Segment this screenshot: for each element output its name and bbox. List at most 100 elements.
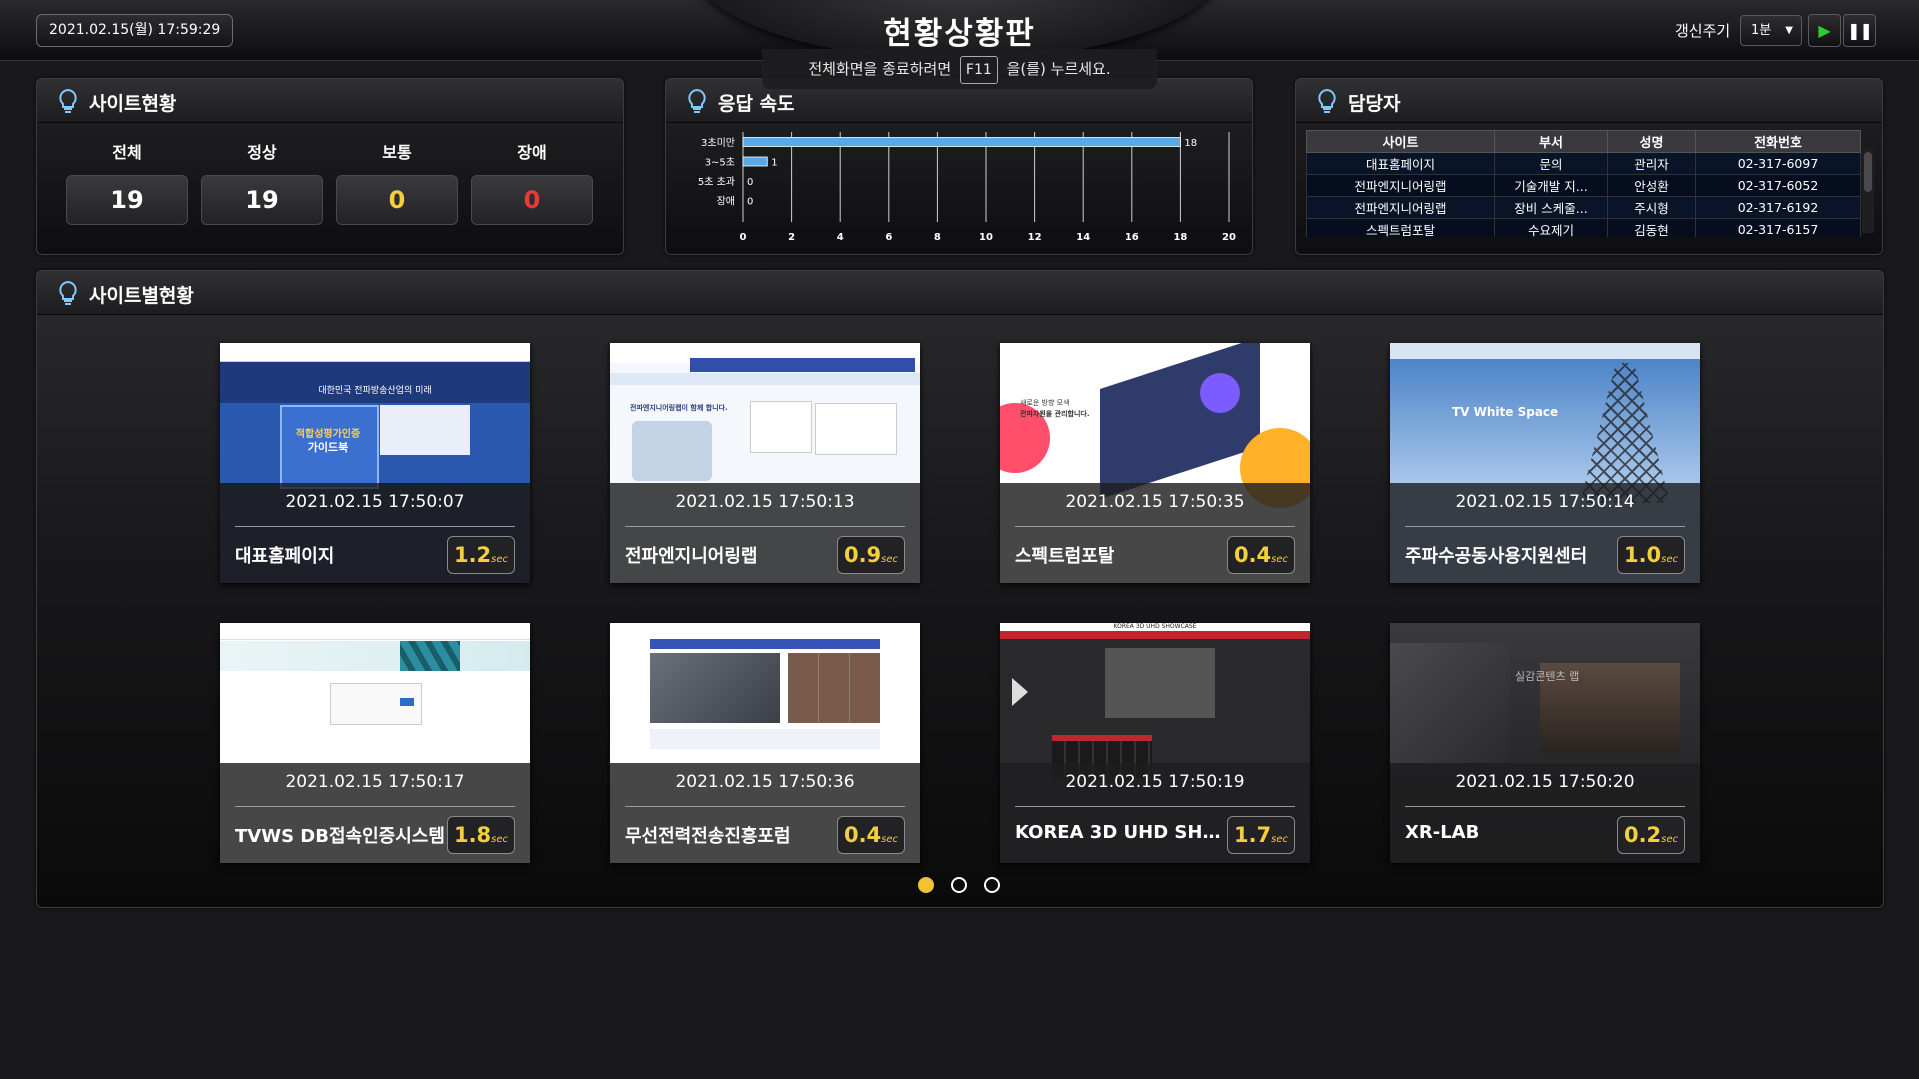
response-time-unit: sec (491, 834, 509, 845)
cell-dept: 기술개발 지... (1494, 174, 1608, 197)
cell-name: 관리자 (1607, 152, 1696, 175)
cell-site: 전파엔지니어링랩 (1306, 174, 1495, 197)
site-card[interactable]: KOREA 3D UHD SHOWCASE 2021.02.15 17:50:1… (1000, 623, 1310, 863)
cell-dept: 수요제기 (1494, 218, 1608, 237)
divider (235, 526, 515, 527)
response-time-badge: 0.4sec (1227, 536, 1295, 574)
status-label: 보통 (382, 143, 412, 162)
play-button[interactable]: ▶ (1808, 14, 1841, 47)
category-label: 5초 초과 (698, 176, 735, 188)
lightbulb-icon (1318, 88, 1336, 113)
site-card[interactable]: TV White Space 2021.02.15 17:50:14 주파수공동… (1390, 343, 1700, 583)
thumbnail-text: 새로운 방향 모색 (1020, 399, 1070, 407)
lightbulb-icon (59, 88, 77, 113)
response-time-unit: sec (1271, 834, 1289, 845)
panel-header: 사이트현황 (37, 79, 623, 123)
thumbnail-text: 가이드북 (307, 441, 349, 454)
table-scrollbar[interactable] (1862, 148, 1874, 233)
response-time-value: 1.0 (1623, 543, 1662, 567)
table-row[interactable]: 전파엔지니어링랩 장비 스케줄... 주시형 02-317-6192 (1306, 196, 1861, 219)
category-label: 3초미만 (701, 137, 735, 149)
category-label: 장애 (717, 196, 735, 208)
response-time-value: 1.8 (453, 823, 492, 847)
panel-title: 응답 속도 (718, 93, 795, 115)
pause-button[interactable]: ❚❚ (1843, 14, 1876, 47)
site-card[interactable]: 2021.02.15 17:50:17 TVWS DB접속인증시스템 1.8se… (220, 623, 530, 863)
refresh-interval-select[interactable]: 1분 ▼ (1740, 15, 1802, 46)
page-dot-3[interactable] (984, 877, 1000, 893)
x-tick-label: 10 (979, 232, 993, 243)
table-row[interactable]: 대표홈페이지 문의 관리자 02-317-6097 (1306, 152, 1861, 175)
x-tick-label: 14 (1076, 232, 1090, 243)
response-speed-panel: 응답 속도 0 2 4 6 8 10 12 14 16 18 20 3초미만 18 3~5초 1 5초 초과 0… (665, 78, 1253, 255)
site-name: 전파엔지니어링랩 (625, 546, 758, 567)
page-dot-2[interactable] (951, 877, 967, 893)
thumbnail-text: 적합성평가인증 (295, 429, 361, 440)
status-value[interactable]: 0 (336, 175, 458, 225)
table-row[interactable]: 스펙트럼포탈 수요제기 김동현 02-317-6157 (1306, 218, 1861, 237)
fullscreen-notice-pre: 전체화면을 종료하려면 (808, 60, 952, 78)
x-tick-label: 2 (788, 232, 795, 243)
status-total: 전체 19 (66, 139, 188, 225)
site-card[interactable]: 대한민국 전파방송산업의 미래 적합성평가인증 가이드북 2021.02.15 … (220, 343, 530, 583)
site-name: 스펙트럼포탈 (1015, 546, 1115, 567)
last-check-time: 2021.02.15 17:50:19 (1065, 772, 1245, 792)
thumbnail-text: TV White Space (1452, 405, 1559, 419)
x-tick-label: 0 (740, 232, 747, 243)
response-time-unit: sec (1661, 554, 1679, 565)
response-time-badge: 1.0sec (1617, 536, 1685, 574)
thumbnail-text: 실감콘텐츠 랩 (1515, 670, 1580, 683)
response-time-value: 1.7 (1233, 823, 1272, 847)
response-time-unit: sec (881, 834, 899, 845)
panel-title: 사이트현황 (89, 93, 177, 115)
response-time-badge: 0.9sec (837, 536, 905, 574)
lightbulb-icon (59, 280, 77, 305)
table-header-row: 사이트 부서 성명 전화번호 (1306, 130, 1861, 153)
status-label: 정상 (247, 143, 277, 162)
page-dot-1[interactable] (918, 877, 934, 893)
bar (742, 156, 768, 167)
contact-table-wrapper[interactable]: 사이트 부서 성명 전화번호 대표홈페이지 문의 관리자 02-317-6097… (1306, 130, 1874, 237)
divider (235, 806, 515, 807)
status-value[interactable]: 19 (66, 175, 188, 225)
response-time-unit: sec (1661, 834, 1679, 845)
cell-name: 김동현 (1607, 218, 1696, 237)
data-label: 1 (771, 158, 777, 169)
site-status-panel: 사이트현황 전체 19 정상 19 보통 0 장애 0 (36, 78, 624, 255)
site-card[interactable]: 새로운 방향 모색 전파자원을 관리합니다. 2021.02.15 17:50:… (1000, 343, 1310, 583)
thumbnail-text: KOREA 3D UHD SHOWCASE (1113, 623, 1197, 630)
site-name: 주파수공동사용지원센터 (1405, 546, 1588, 567)
site-name: 대표홈페이지 (235, 546, 335, 567)
site-card[interactable]: 실감콘텐츠 랩 2021.02.15 17:50:20 XR-LAB 0.2se… (1390, 623, 1700, 863)
cell-site: 대표홈페이지 (1306, 152, 1495, 175)
last-check-time: 2021.02.15 17:50:17 (285, 772, 465, 792)
column-header-name: 성명 (1607, 130, 1696, 153)
cell-site: 전파엔지니어링랩 (1306, 196, 1495, 219)
site-card[interactable]: 전파엔지니어링랩이 함께 합니다. 2021.02.15 17:50:13 전파… (610, 343, 920, 583)
x-tick-label: 12 (1028, 232, 1042, 243)
cell-site: 스펙트럼포탈 (1306, 218, 1495, 237)
response-time-value: 0.2 (1623, 823, 1662, 847)
thumbnail-text: 전파엔지니어링랩이 함께 합니다. (630, 404, 728, 412)
divider (625, 526, 905, 527)
x-tick-label: 8 (934, 232, 941, 243)
divider (1405, 806, 1685, 807)
site-card[interactable]: 2021.02.15 17:50:36 무선전력전송진흥포럼 0.4sec (610, 623, 920, 863)
scrollbar-thumb[interactable] (1864, 152, 1872, 192)
page-title: 현황상황판 (883, 16, 1036, 52)
data-label: 18 (1184, 138, 1197, 149)
response-time-badge: 1.7sec (1227, 816, 1295, 854)
panel-header: 사이트별현황 (37, 271, 1883, 315)
category-label: 3~5초 (705, 157, 735, 169)
response-time-unit: sec (491, 554, 509, 565)
last-check-time: 2021.02.15 17:50:20 (1455, 772, 1635, 792)
x-tick-label: 4 (837, 232, 844, 243)
pause-icon: ❚❚ (1847, 21, 1873, 40)
status-value[interactable]: 19 (201, 175, 323, 225)
table-row[interactable]: 전파엔지니어링랩 기술개발 지... 안성환 02-317-6052 (1306, 174, 1861, 197)
refresh-interval-value: 1분 (1751, 23, 1772, 38)
status-value[interactable]: 0 (471, 175, 593, 225)
last-check-time: 2021.02.15 17:50:35 (1065, 492, 1245, 512)
x-tick-label: 20 (1222, 232, 1236, 243)
site-name: 무선전력전송진흥포럼 (625, 826, 791, 847)
